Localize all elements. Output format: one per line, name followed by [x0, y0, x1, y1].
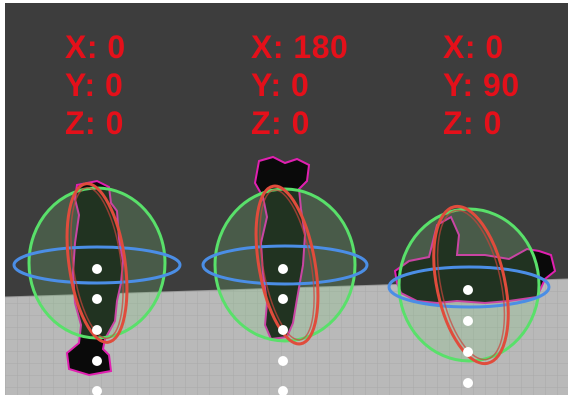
rotation-gizmo[interactable] — [387, 200, 551, 371]
3d-viewport[interactable]: X: 0 Y: 0 Z: 0 X: 180 Y: 0 Z: 0 X: 0 Y: … — [5, 3, 568, 395]
z-rotation-ring-green[interactable] — [397, 207, 541, 363]
object-3-with-rotation-gizmo[interactable] — [5, 3, 568, 395]
